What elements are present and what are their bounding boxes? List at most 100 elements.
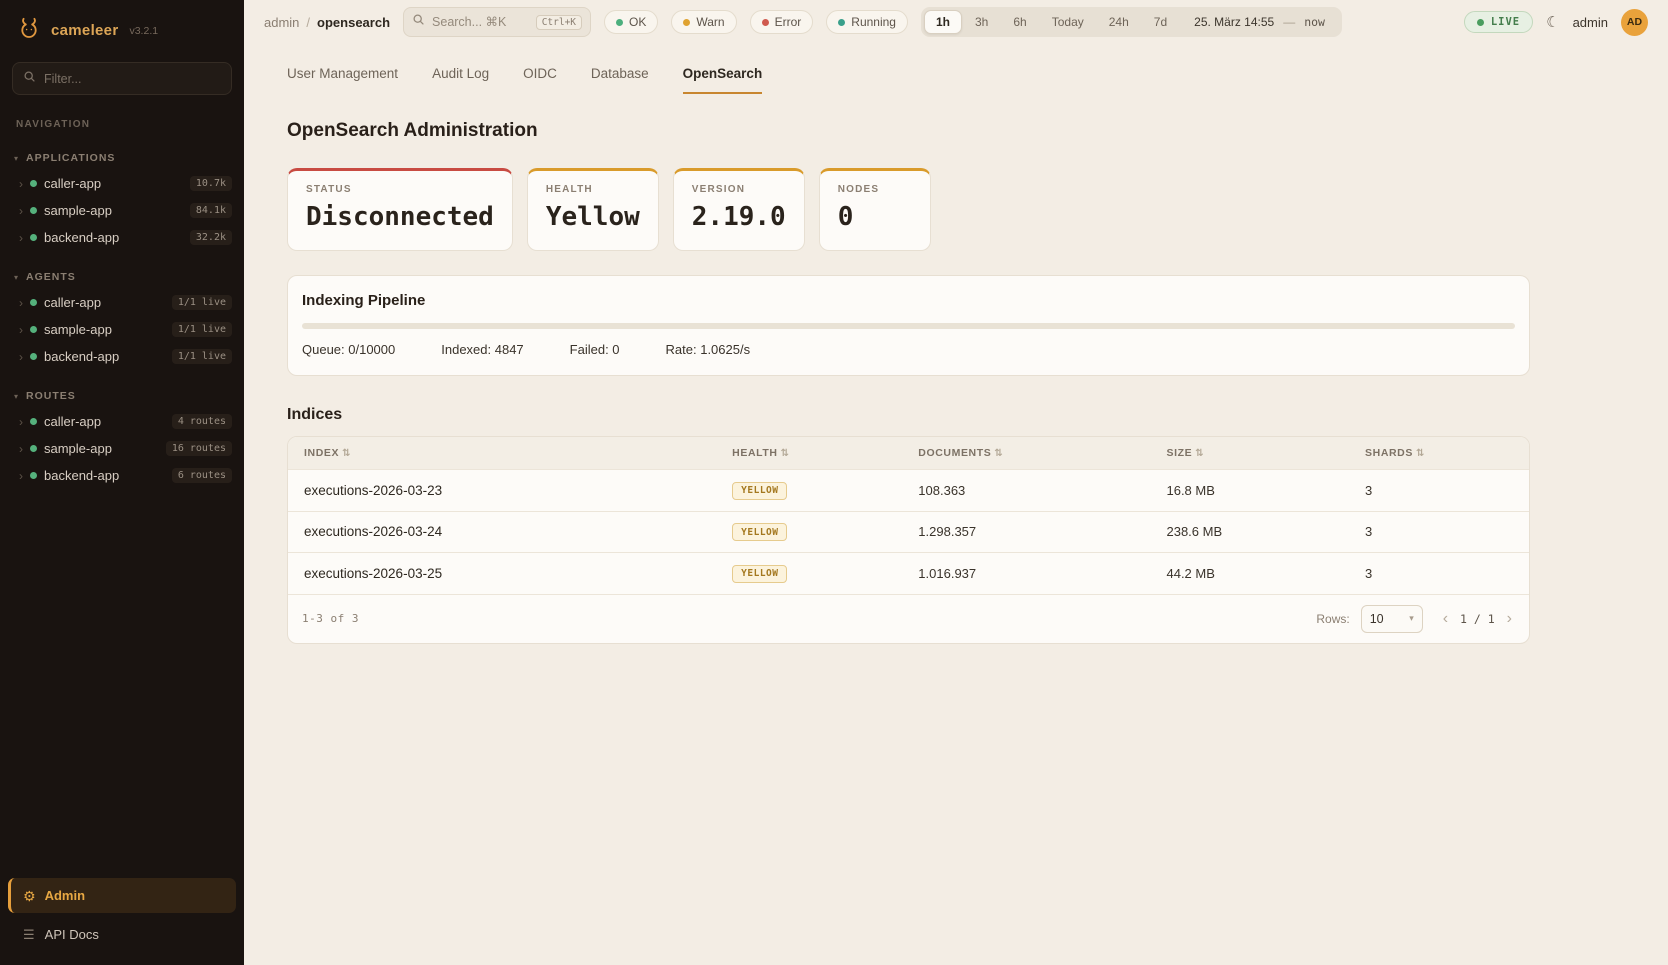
sidebar-item-caller-app-routes[interactable]: › caller-app 4 routes xyxy=(0,408,244,435)
caret-down-icon: ▾ xyxy=(1409,613,1414,624)
topbar-right: LIVE ☾ admin AD xyxy=(1464,9,1648,36)
sidebar-item-label: Admin xyxy=(45,888,85,903)
sidebar-filter[interactable] xyxy=(12,62,232,95)
search-icon xyxy=(23,70,36,88)
caret-down-icon: ▾ xyxy=(14,392,19,401)
stat-card-nodes: NODES 0 xyxy=(819,168,931,251)
table-footer-right: Rows: 10 ▾ ‹ 1 / 1 › xyxy=(1316,605,1515,633)
time-start: 25. März 14:55 xyxy=(1194,15,1274,29)
status-dot xyxy=(30,445,37,452)
sidebar-item-admin[interactable]: ⚙ Admin xyxy=(8,878,236,913)
cell-index: executions-2026-03-23 xyxy=(288,470,716,512)
filter-pill-label: Warn xyxy=(696,15,724,29)
column-header-shards[interactable]: SHARDS⇅ xyxy=(1349,437,1529,470)
tab-opensearch[interactable]: OpenSearch xyxy=(683,66,763,94)
sidebar-item-sample-app-routes[interactable]: › sample-app 16 routes xyxy=(0,435,244,462)
time-range-3h[interactable]: 3h xyxy=(963,10,1000,34)
cell-shards: 3 xyxy=(1349,553,1529,594)
column-header-index[interactable]: INDEX⇅ xyxy=(288,437,716,470)
sort-icon: ⇅ xyxy=(342,448,351,459)
rows-per-page-label: Rows: xyxy=(1316,612,1349,626)
tab-oidc[interactable]: OIDC xyxy=(523,66,557,94)
sidebar-item-badge: 1/1 live xyxy=(172,349,232,364)
table-footer: 1-3 of 3 Rows: 10 ▾ ‹ 1 / 1 › xyxy=(288,594,1529,643)
sidebar: cameleer v3.2.1 NAVIGATION ▾ APPLICATION… xyxy=(0,0,244,965)
status-dot xyxy=(30,353,37,360)
column-header-health[interactable]: HEALTH⇅ xyxy=(716,437,902,470)
pipeline-progress-bar xyxy=(302,323,1515,329)
column-header-size[interactable]: SIZE⇅ xyxy=(1150,437,1349,470)
section-label: ROUTES xyxy=(26,390,76,402)
time-range-1h[interactable]: 1h xyxy=(924,10,962,34)
cell-shards: 3 xyxy=(1349,511,1529,553)
tab-database[interactable]: Database xyxy=(591,66,649,94)
time-range-today[interactable]: Today xyxy=(1040,10,1096,34)
section-header-routes[interactable]: ▾ ROUTES xyxy=(0,386,244,408)
sidebar-item-api-docs[interactable]: ☰ API Docs xyxy=(8,918,236,951)
running-status-dot xyxy=(838,19,845,26)
status-dot xyxy=(30,326,37,333)
indices-table-card: INDEX⇅ HEALTH⇅ DOCUMENTS⇅ SIZE⇅ SHARDS⇅ … xyxy=(287,436,1530,644)
filter-input[interactable] xyxy=(44,72,221,86)
live-label: LIVE xyxy=(1491,16,1520,28)
section-label: APPLICATIONS xyxy=(26,152,115,164)
live-toggle[interactable]: LIVE xyxy=(1464,11,1533,33)
warn-status-dot xyxy=(683,19,690,26)
sidebar-item-badge: 32.2k xyxy=(190,230,232,245)
sidebar-item-backend-app-routes[interactable]: › backend-app 6 routes xyxy=(0,462,244,489)
tab-user-management[interactable]: User Management xyxy=(287,66,398,94)
tab-audit-log[interactable]: Audit Log xyxy=(432,66,489,94)
section-header-agents[interactable]: ▾ AGENTS xyxy=(0,267,244,289)
filter-pill-warn[interactable]: Warn xyxy=(671,10,736,34)
next-page-button[interactable]: › xyxy=(1504,611,1515,627)
sort-icon: ⇅ xyxy=(1195,448,1204,459)
column-header-documents[interactable]: DOCUMENTS⇅ xyxy=(902,437,1150,470)
global-search[interactable]: Ctrl+K xyxy=(403,7,591,37)
rows-per-page-value: 10 xyxy=(1370,612,1384,626)
user-name: admin xyxy=(1573,15,1608,30)
avatar[interactable]: AD xyxy=(1621,9,1648,36)
filter-pill-ok[interactable]: OK xyxy=(604,10,658,34)
time-range-selector: 1h 3h 6h Today 24h 7d 25. März 14:55 — n… xyxy=(921,7,1342,37)
search-input[interactable] xyxy=(432,15,529,29)
sidebar-item-badge: 16 routes xyxy=(166,441,232,456)
section-applications: ▾ APPLICATIONS › caller-app 10.7k › samp… xyxy=(0,148,244,251)
sidebar-item-backend-app[interactable]: › backend-app 32.2k xyxy=(0,224,244,251)
sidebar-item-backend-app-agent[interactable]: › backend-app 1/1 live xyxy=(0,343,244,370)
chevron-right-icon: › xyxy=(19,232,23,244)
cell-documents: 1.016.937 xyxy=(902,553,1150,594)
sort-icon: ⇅ xyxy=(994,448,1003,459)
sidebar-item-label: backend-app xyxy=(44,468,119,483)
time-range-24h[interactable]: 24h xyxy=(1097,10,1141,34)
app-logo[interactable]: cameleer v3.2.1 xyxy=(0,0,244,56)
prev-page-button[interactable]: ‹ xyxy=(1440,611,1451,627)
time-range-7d[interactable]: 7d xyxy=(1142,10,1179,34)
sidebar-item-caller-app[interactable]: › caller-app 10.7k xyxy=(0,170,244,197)
time-range-6h[interactable]: 6h xyxy=(1001,10,1038,34)
filter-pill-label: Error xyxy=(775,15,802,29)
stat-value: 0 xyxy=(838,202,912,232)
sidebar-item-sample-app-agent[interactable]: › sample-app 1/1 live xyxy=(0,316,244,343)
sidebar-item-badge: 4 routes xyxy=(172,414,232,429)
top-bar: admin / opensearch Ctrl+K OK Warn Error xyxy=(244,0,1668,44)
table-row: executions-2026-03-24 YELLOW 1.298.357 2… xyxy=(288,511,1529,553)
breadcrumb-parent[interactable]: admin xyxy=(264,15,299,30)
filter-pill-error[interactable]: Error xyxy=(750,10,814,34)
dark-mode-toggle-icon[interactable]: ☾ xyxy=(1546,15,1559,30)
filter-pill-running[interactable]: Running xyxy=(826,10,908,34)
status-dot xyxy=(30,299,37,306)
table-header-row: INDEX⇅ HEALTH⇅ DOCUMENTS⇅ SIZE⇅ SHARDS⇅ xyxy=(288,437,1529,470)
content: OpenSearch Administration STATUS Disconn… xyxy=(244,94,1574,674)
table-row: executions-2026-03-23 YELLOW 108.363 16.… xyxy=(288,470,1529,512)
sidebar-item-caller-app-agent[interactable]: › caller-app 1/1 live xyxy=(0,289,244,316)
search-icon xyxy=(412,13,425,31)
rows-per-page-select[interactable]: 10 ▾ xyxy=(1361,605,1423,633)
section-header-applications[interactable]: ▾ APPLICATIONS xyxy=(0,148,244,170)
sidebar-item-sample-app[interactable]: › sample-app 84.1k xyxy=(0,197,244,224)
chevron-right-icon: › xyxy=(19,470,23,482)
status-dot xyxy=(30,472,37,479)
cell-health: YELLOW xyxy=(716,553,902,594)
chevron-right-icon: › xyxy=(19,205,23,217)
breadcrumb-separator: / xyxy=(306,15,310,30)
sort-icon: ⇅ xyxy=(1416,448,1425,459)
